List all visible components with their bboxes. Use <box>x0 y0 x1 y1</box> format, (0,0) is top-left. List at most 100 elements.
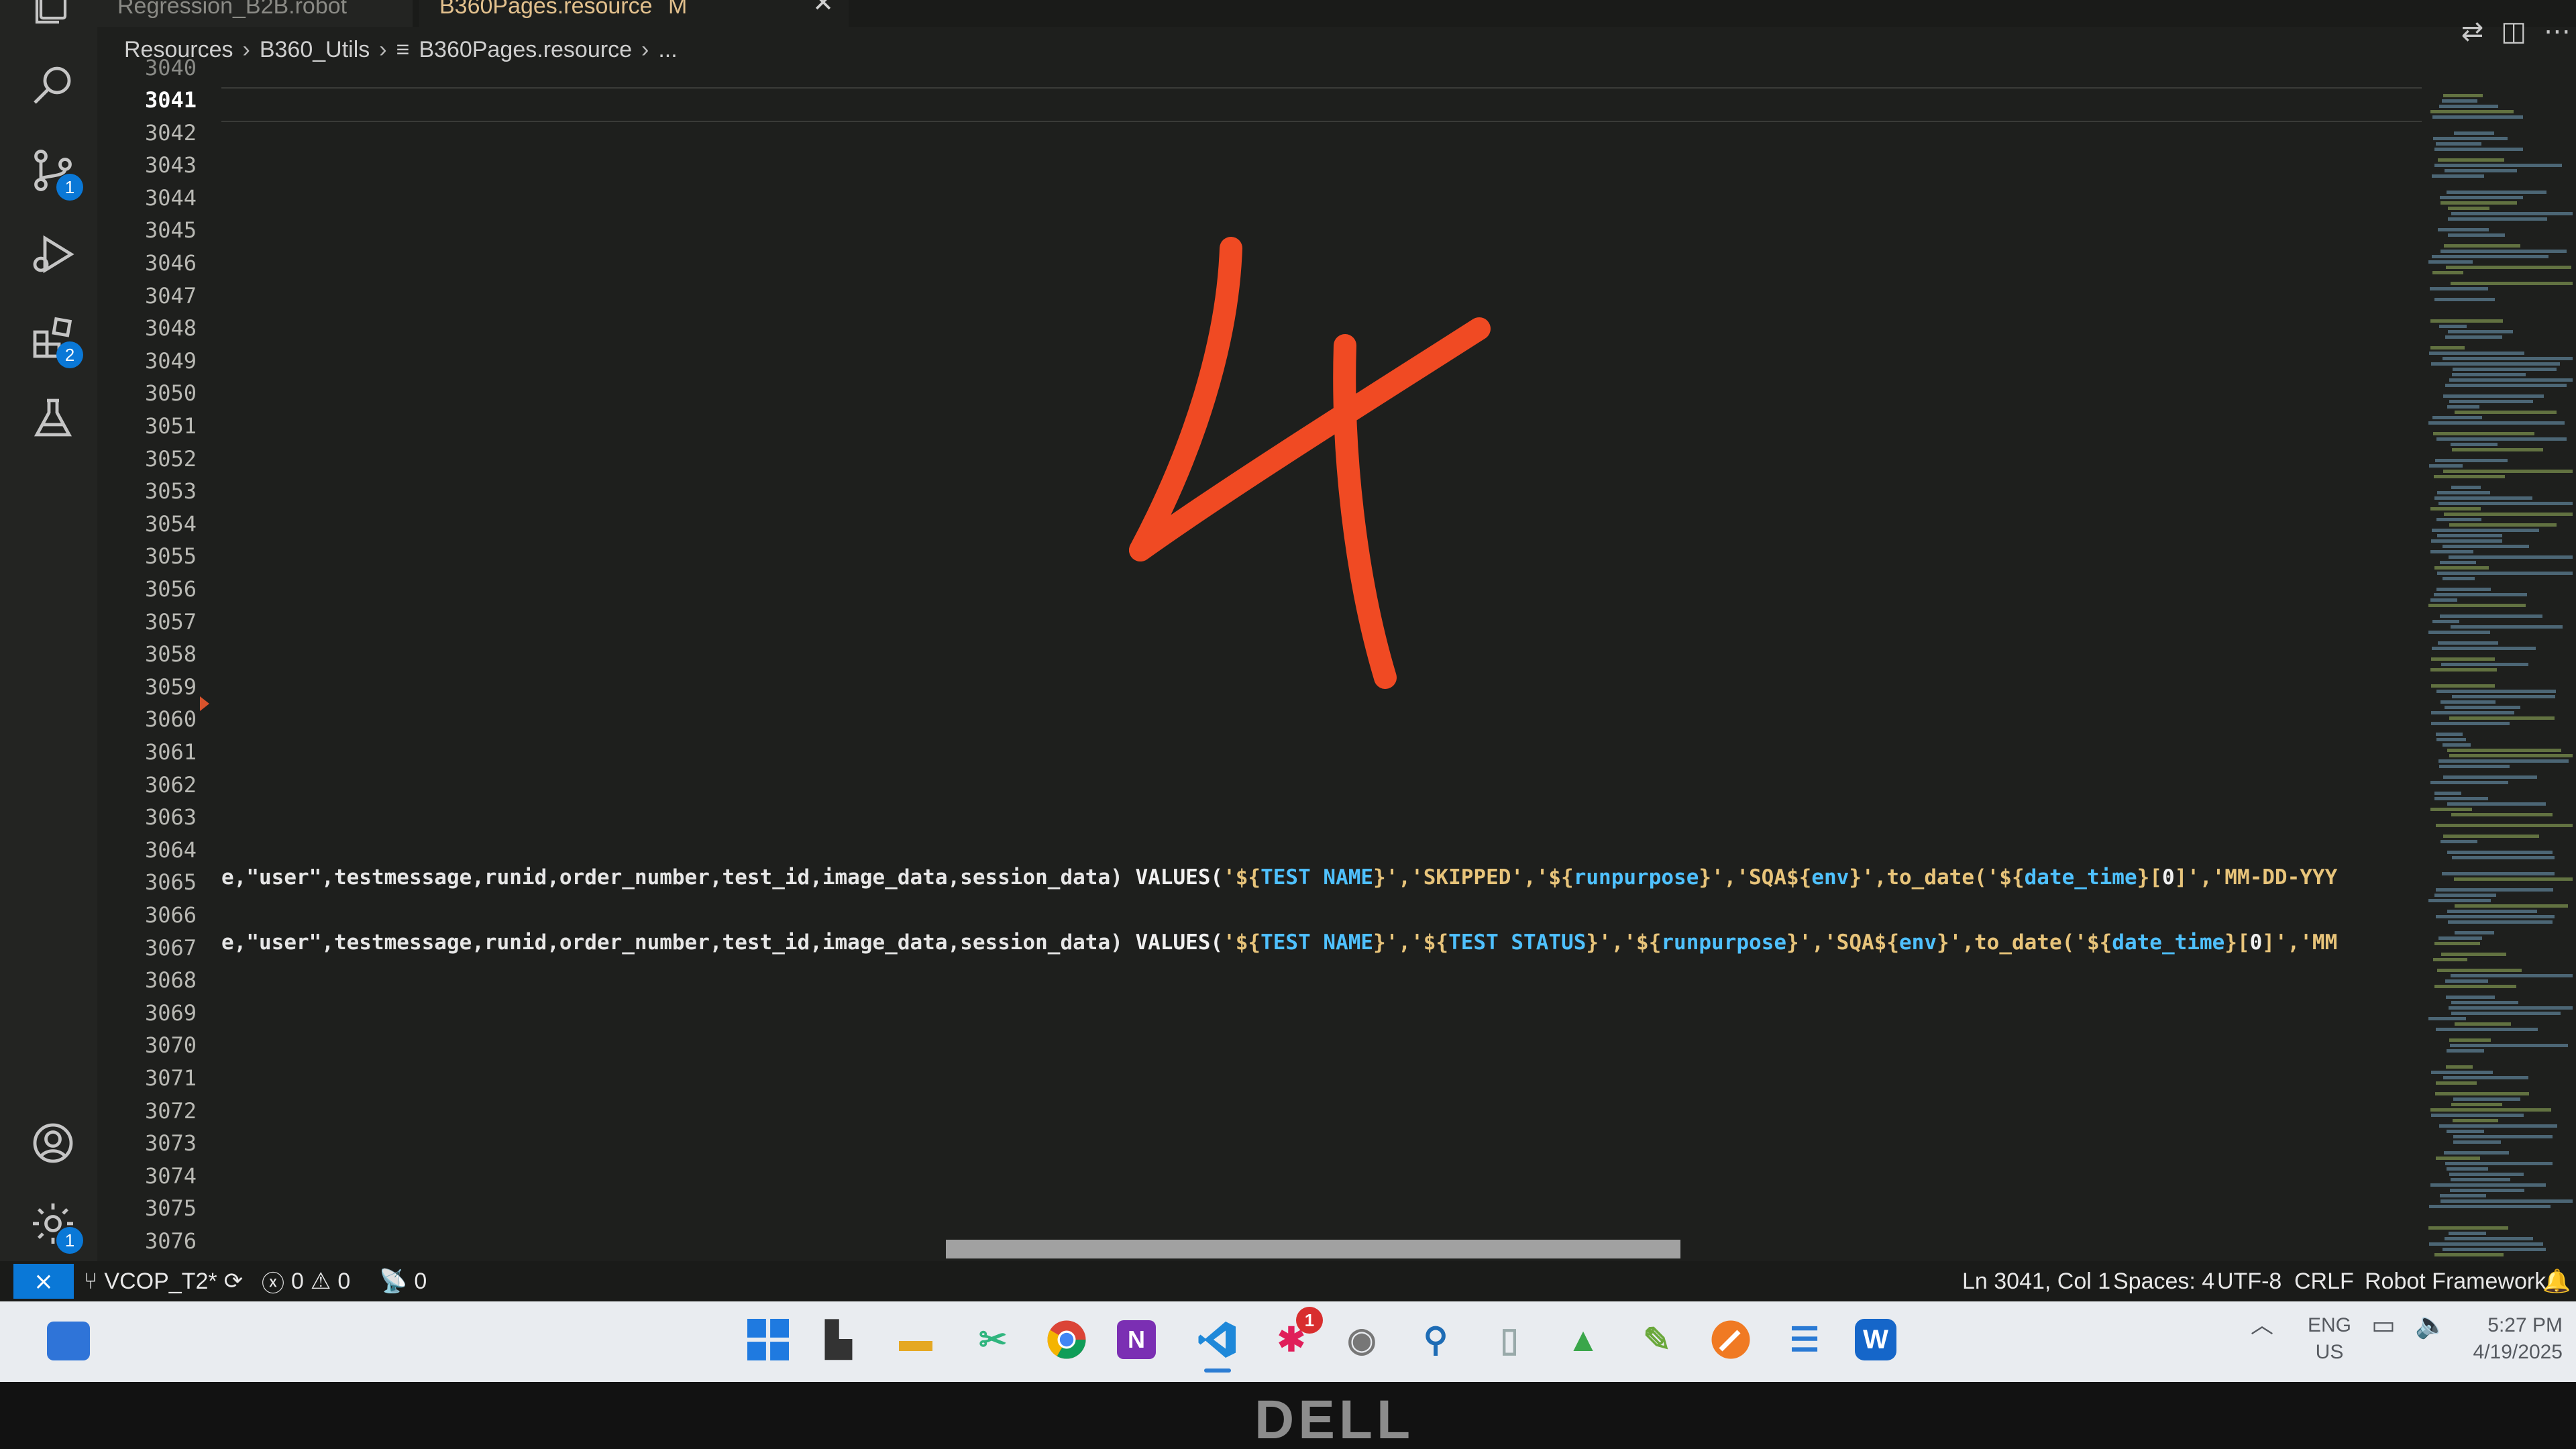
code-token: }[ <box>2224 930 2250 955</box>
minimap-line <box>2449 555 2573 559</box>
minimap-line <box>2436 888 2553 892</box>
input-language[interactable]: ENG US <box>2308 1312 2351 1366</box>
notes-app-icon[interactable]: ✎ <box>1633 1316 1680 1363</box>
account-icon[interactable] <box>27 1117 79 1169</box>
line-ending[interactable]: CRLF <box>2294 1261 2354 1301</box>
deleted-lines-marker[interactable] <box>200 696 209 711</box>
minimap-line <box>2431 657 2495 661</box>
windows-start-icon[interactable] <box>745 1316 792 1363</box>
minimap-line <box>2432 271 2463 274</box>
git-branch-icon: ⑂ <box>84 1268 98 1294</box>
onenote-icon[interactable]: N <box>1117 1320 1156 1359</box>
minimap-line <box>2428 421 2565 425</box>
notifications-bell-icon[interactable]: 🔔 <box>2542 1261 2571 1301</box>
minimap-line <box>2446 996 2495 999</box>
sync-icon[interactable]: ⟳ <box>224 1268 244 1295</box>
pen-app-icon[interactable] <box>1707 1316 1754 1363</box>
tab-regression-robot[interactable]: Regression_B2B.robot <box>97 0 413 27</box>
code-token: }','${ <box>1373 930 1449 955</box>
language-mode[interactable]: Robot Framework <box>2365 1261 2546 1301</box>
minimap-line <box>2434 298 2495 301</box>
clock[interactable]: 5:27 PM 4/19/2025 <box>2462 1312 2563 1366</box>
file-explorer-icon[interactable]: ▬ <box>892 1316 939 1363</box>
split-editor-icon[interactable]: ◫ <box>2501 16 2526 47</box>
code-line-3067[interactable]: e,"user",testmessage,runid,order_number,… <box>221 930 2337 955</box>
source-control-icon[interactable]: 1 <box>27 144 83 201</box>
run-debug-icon[interactable] <box>27 228 79 280</box>
minimap-line <box>2451 1012 2561 1015</box>
branch-indicator[interactable]: ⑂ VCOP_T2* ⟳ <box>84 1261 243 1301</box>
show-hidden-icons-chevron-icon[interactable]: ︿ <box>2251 1312 2273 1339</box>
minimap-line <box>2438 502 2573 505</box>
app-icon[interactable]: ◉ <box>1338 1316 1385 1363</box>
minimap-line <box>2430 507 2481 511</box>
line-number-gutter: 3040 3041 3042 3043 3044 3045 3046 3047 3048 304… <box>97 54 205 1261</box>
tab-b360pages-resource[interactable]: B360Pages.resource M ✕ <box>419 0 849 27</box>
minimap-line <box>2443 743 2471 747</box>
minimap-line <box>2436 733 2463 736</box>
encoding[interactable]: UTF-8 <box>2217 1261 2282 1301</box>
line-number: 3074 <box>144 1163 197 1189</box>
minimap-line <box>2448 330 2513 333</box>
horizontal-scrollbar[interactable] <box>946 1240 1680 1258</box>
minimap-line <box>2451 974 2573 977</box>
line-number: 3063 <box>144 804 197 830</box>
line-number: 3047 <box>144 282 197 309</box>
extensions-icon[interactable]: 2 <box>27 312 83 368</box>
minimap-line <box>2451 212 2573 215</box>
search-icon[interactable] <box>27 60 79 113</box>
code-token: }[ <box>2137 865 2162 890</box>
code-token: env <box>1899 930 1937 955</box>
webex-icon[interactable]: W <box>1855 1319 1896 1360</box>
code-token: ]','MM-DD-YYY <box>2174 865 2338 890</box>
minimap-line <box>2430 781 2508 784</box>
indentation[interactable]: Spaces: 4 <box>2113 1261 2214 1301</box>
minimap-line <box>2443 545 2529 548</box>
minimap-line <box>2436 1028 2538 1031</box>
source-control-badge: 1 <box>56 174 83 201</box>
close-tab-icon[interactable]: ✕ <box>812 0 834 16</box>
line-number: 3076 <box>144 1228 197 1254</box>
line-number: 3067 <box>144 934 197 961</box>
network-app-icon[interactable]: ⚲ <box>1412 1316 1459 1363</box>
more-actions-icon[interactable]: ⋯ <box>2544 16 2571 47</box>
volume-icon[interactable]: 🔈 <box>2415 1312 2447 1339</box>
minimap[interactable] <box>2428 94 2573 1261</box>
testing-flask-icon[interactable] <box>27 392 79 445</box>
code-token: runpurpose <box>1573 865 1699 890</box>
minimap-line <box>2437 572 2573 575</box>
widgets-icon[interactable] <box>47 1322 90 1360</box>
snipping-tool-icon[interactable]: ✂ <box>969 1316 1016 1363</box>
slack-icon[interactable]: ✱ 1 <box>1268 1307 1323 1363</box>
file-app-icon[interactable]: ▯ <box>1486 1316 1533 1363</box>
tab-bar: Regression_B2B.robot B360Pages.resource … <box>97 0 2576 27</box>
minimap-line <box>2434 593 2527 596</box>
minimap-line <box>2436 588 2491 591</box>
ports-indicator[interactable]: 📡 0 <box>379 1261 427 1301</box>
minimap-line <box>2428 899 2491 902</box>
minimap-line <box>2434 942 2480 945</box>
task-view-icon[interactable]: ▙ <box>815 1316 862 1363</box>
problems-indicator[interactable]: ⓧ 0 ⚠ 0 <box>262 1261 350 1301</box>
minimap-line <box>2436 915 2555 918</box>
chrome-icon[interactable] <box>1043 1316 1090 1363</box>
remote-indicator-icon[interactable]: ⨯ <box>13 1264 74 1299</box>
minimap-line <box>2436 518 2481 521</box>
notepad-icon[interactable]: ☰ <box>1781 1316 1828 1363</box>
antenna-icon: 📡 <box>379 1269 408 1294</box>
explorer-icon[interactable] <box>27 0 79 32</box>
line-number: 3045 <box>144 217 197 244</box>
minimap-line <box>2431 711 2514 714</box>
extensions-badge: 2 <box>56 341 83 368</box>
code-token: e, <box>221 930 247 955</box>
settings-gear-icon[interactable]: 1 <box>27 1197 83 1254</box>
vscode-icon[interactable] <box>1194 1316 1241 1363</box>
green-app-icon[interactable]: ▲ <box>1560 1316 1607 1363</box>
minimap-line <box>2442 99 2477 103</box>
minimap-line <box>2440 1194 2486 1197</box>
cursor-position[interactable]: Ln 3041, Col 1 <box>1962 1261 2110 1301</box>
network-icon[interactable]: ▭ <box>2371 1312 2396 1339</box>
code-token: TEST NAME <box>1260 865 1374 890</box>
compare-changes-icon[interactable]: ⇄ <box>2461 16 2484 47</box>
code-line-3065[interactable]: e,"user",testmessage,runid,order_number,… <box>221 865 2337 890</box>
